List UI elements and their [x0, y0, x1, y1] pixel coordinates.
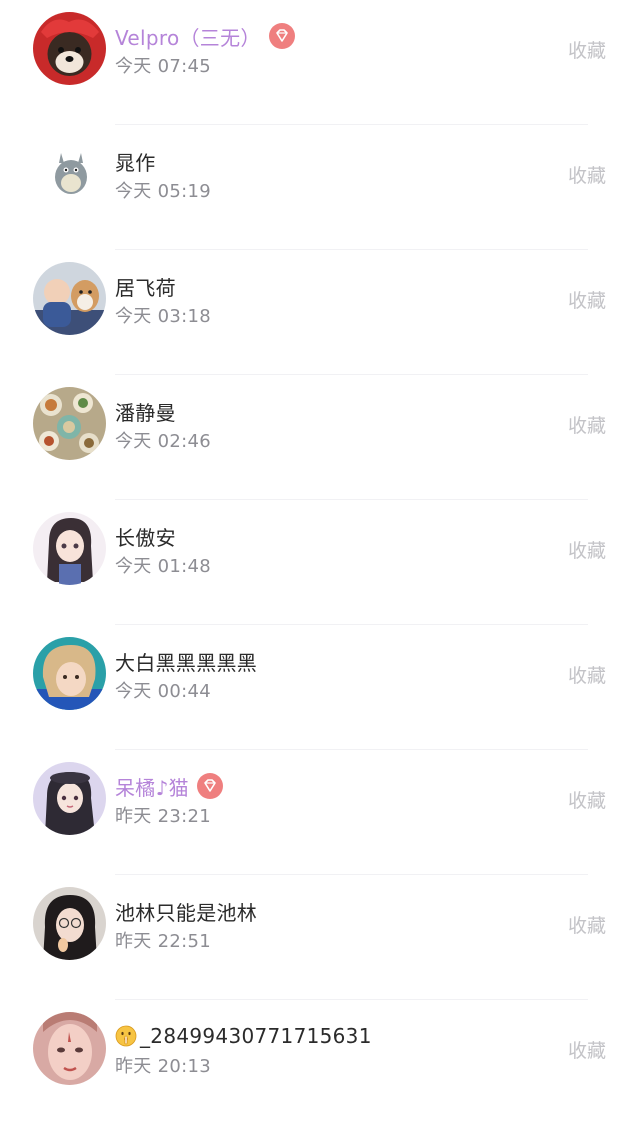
avatar[interactable]	[33, 1012, 106, 1085]
list-item[interactable]: 长傲安 今天 01:48 收藏	[0, 500, 640, 625]
collect-button[interactable]: 收藏	[568, 661, 606, 688]
visit-time: 今天 05:19	[115, 181, 211, 202]
list-item[interactable]: 呆橘♪猫 昨天 23:21 收藏	[0, 750, 640, 875]
avatar[interactable]	[33, 12, 106, 85]
vip-diamond-badge-icon	[196, 773, 223, 799]
list-item[interactable]: 居飞荷 今天 03:18 收藏	[0, 250, 640, 375]
collect-button[interactable]: 收藏	[568, 36, 606, 63]
avatar[interactable]	[33, 137, 106, 210]
contact-name[interactable]: _28499430771715631	[140, 1024, 372, 1048]
shushing-face-emoji-icon	[115, 1025, 137, 1047]
collect-button[interactable]: 收藏	[568, 1036, 606, 1063]
name-line: 呆橘♪猫	[115, 771, 223, 801]
contact-name[interactable]: 长傲安	[115, 522, 176, 551]
avatar[interactable]	[33, 637, 106, 710]
avatar[interactable]	[33, 387, 106, 460]
contact-name[interactable]: Velpro（三无）	[115, 22, 261, 51]
collect-button[interactable]: 收藏	[568, 911, 606, 938]
name-line: Velpro（三无）	[115, 21, 295, 51]
list-item[interactable]: 池林只能是池林 昨天 22:51 收藏	[0, 875, 640, 1000]
name-line: 晁作	[115, 146, 156, 176]
visit-time: 昨天 20:13	[115, 1056, 211, 1077]
name-line: 池林只能是池林	[115, 896, 257, 926]
list-item[interactable]: 晁作 今天 05:19 收藏	[0, 125, 640, 250]
avatar-girl-with-glasses-image	[33, 887, 106, 960]
avatar-baby-with-dog-image	[33, 262, 106, 335]
list-item[interactable]: Velpro（三无） 今天 07:45 收藏	[0, 0, 640, 125]
avatar-painted-face-image	[33, 1012, 106, 1085]
visit-time: 昨天 22:51	[115, 931, 211, 952]
avatar-totoro-image	[33, 137, 106, 210]
avatar-anime-girl-image	[33, 512, 106, 585]
name-line: 长傲安	[115, 521, 176, 551]
name-line: _28499430771715631	[115, 1021, 372, 1051]
contact-name[interactable]: 呆橘♪猫	[115, 772, 189, 801]
contact-name[interactable]: 居飞荷	[115, 272, 176, 301]
collect-button[interactable]: 收藏	[568, 536, 606, 563]
collect-button[interactable]: 收藏	[568, 161, 606, 188]
visit-time: 昨天 23:21	[115, 806, 211, 827]
vip-diamond-badge-icon	[268, 23, 295, 49]
collect-button[interactable]: 收藏	[568, 411, 606, 438]
avatar[interactable]	[33, 887, 106, 960]
contact-name[interactable]: 大白黑黑黑黑黑	[115, 647, 257, 676]
visit-time: 今天 02:46	[115, 431, 211, 452]
avatar-food-table-image	[33, 387, 106, 460]
avatar[interactable]	[33, 762, 106, 835]
name-line: 潘静曼	[115, 396, 176, 426]
visit-time: 今天 07:45	[115, 56, 211, 77]
collect-button[interactable]: 收藏	[568, 286, 606, 313]
avatar[interactable]	[33, 262, 106, 335]
name-line: 居飞荷	[115, 271, 176, 301]
visit-time: 今天 03:18	[115, 306, 211, 327]
visit-time: 今天 00:44	[115, 681, 211, 702]
visit-time: 今天 01:48	[115, 556, 211, 577]
name-line: 大白黑黑黑黑黑	[115, 646, 257, 676]
list-item[interactable]: 潘静曼 今天 02:46 收藏	[0, 375, 640, 500]
contact-name[interactable]: 晁作	[115, 147, 156, 176]
contact-name[interactable]: 池林只能是池林	[115, 897, 257, 926]
avatar-dog-red-hat-image	[33, 12, 106, 85]
collect-button[interactable]: 收藏	[568, 786, 606, 813]
avatar-illustrated-girl-image	[33, 762, 106, 835]
contact-list: Velpro（三无） 今天 07:45 收藏 晁作 今天 05:19 收藏 居飞…	[0, 0, 640, 1125]
avatar-person-portrait-image	[33, 637, 106, 710]
contact-name[interactable]: 潘静曼	[115, 397, 176, 426]
avatar[interactable]	[33, 512, 106, 585]
list-item[interactable]: 大白黑黑黑黑黑 今天 00:44 收藏	[0, 625, 640, 750]
list-item[interactable]: _28499430771715631 昨天 20:13 收藏	[0, 1000, 640, 1125]
